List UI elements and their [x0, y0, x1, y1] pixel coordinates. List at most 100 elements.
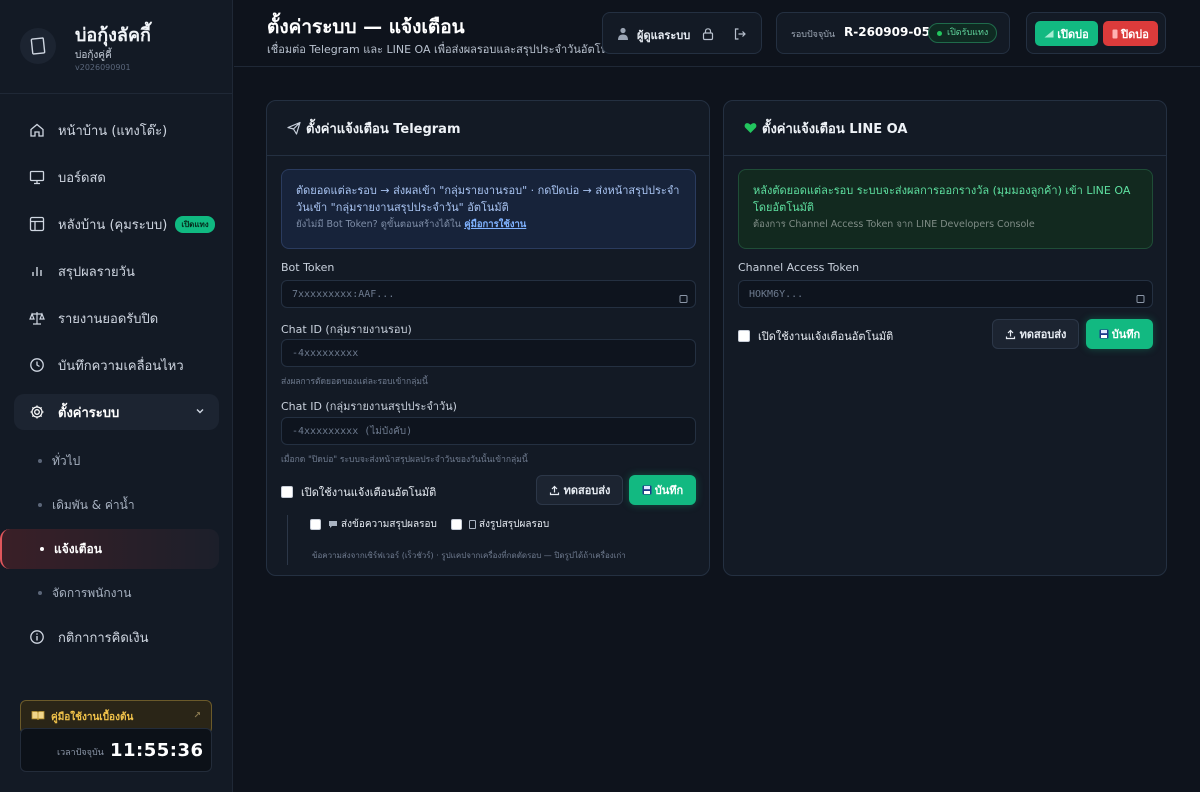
open-pond-label: เปิดบ่อ: [1057, 27, 1089, 41]
sidebar-item-label: รายงานยอดรับปิด: [58, 311, 159, 327]
sidebar: บ่อกุ้งลัคกี้ บ่อกุ้งคู่คี้ v2026090901 …: [0, 0, 233, 792]
line-panel-title: ตั้งค่าแจ้งเตือน LINE OA: [762, 121, 908, 137]
user-card: ผู้ดูแลระบบ: [602, 12, 762, 54]
line-info-text: หลังตัดยอดแต่ละรอบ ระบบจะส่งผลการออกรางว…: [753, 184, 1131, 214]
line-save-label: บันทึก: [1111, 328, 1141, 341]
close-pond-label: ปิดบ่อ: [1121, 27, 1149, 41]
clock-icon: [28, 356, 46, 374]
chat-daily-input[interactable]: [281, 417, 696, 445]
floppy-icon: [642, 485, 652, 495]
telegram-save-button[interactable]: บันทึก: [629, 475, 696, 505]
chat-daily-label: Chat ID (กลุ่มรายงานสรุปประจำวัน): [281, 400, 457, 413]
upload-icon: [549, 485, 560, 496]
sidebar-item-label: หน้าบ้าน (แทงโต๊ะ): [58, 123, 168, 139]
line-test-button[interactable]: ทดสอบส่ง: [992, 319, 1079, 349]
opt-image-label: ส่งรูปสรุปผลรอบ: [479, 519, 550, 530]
clock-widget: เวลาปัจจุบัน 11:55:36: [20, 728, 212, 772]
heart-icon: [744, 122, 757, 134]
sidebar-subitem-betting[interactable]: เดิมพัน & ค่าน้ำ: [14, 485, 219, 525]
bot-token-input[interactable]: [281, 280, 696, 308]
opt-image-checkbox[interactable]: [451, 519, 462, 530]
sidebar-item-settings[interactable]: ตั้งค่าระบบ: [14, 394, 219, 430]
chart-up-icon: [1044, 29, 1054, 38]
line-enable-row[interactable]: เปิดใช้งานแจ้งเตือนอัตโนมัติ: [738, 327, 893, 345]
speech-bubble-icon: [328, 520, 338, 529]
chat-daily-hint: เมื่อกด "ปิดบ่อ" ระบบจะส่งหน้าสรุปผลประจ…: [281, 455, 528, 465]
info-icon: [28, 628, 46, 646]
sidebar-subitem-label: ทั่วไป: [52, 453, 81, 468]
bot-token-label: Bot Token: [281, 261, 335, 274]
sidebar-item-backoffice[interactable]: หลังบ้าน (คุมระบบ) เปิดแทง: [14, 206, 219, 242]
book-icon: [31, 710, 45, 724]
line-settings-panel: ตั้งค่าแจ้งเตือน LINE OA หลังตัดยอดแต่ละ…: [723, 100, 1167, 576]
opt-hint: ข้อความส่งจากเซิร์ฟเวอร์ (เร็วชัวร์) · ร…: [312, 551, 626, 560]
paper-plane-icon: [287, 121, 301, 135]
user-name: ผู้ดูแลระบบ: [637, 29, 691, 42]
telegram-test-label: ทดสอบส่ง: [563, 484, 611, 497]
line-panel-header: ตั้งค่าแจ้งเตือน LINE OA: [724, 101, 1166, 156]
chat-round-hint: ส่งผลการตัดยอดของแต่ละรอบเข้ากลุ่มนี้: [281, 377, 428, 387]
open-pond-button[interactable]: เปิดบ่อ: [1035, 21, 1098, 46]
sidebar-subitem-notifications[interactable]: แจ้งเตือน: [0, 529, 219, 569]
sidebar-subitem-label: เดิมพัน & ค่าน้ำ: [52, 497, 135, 512]
sidebar-subitem-general[interactable]: ทั่วไป: [14, 441, 219, 481]
reveal-icon[interactable]: [1136, 289, 1146, 303]
telegram-enable-label: เปิดใช้งานแจ้งเตือนอัตโนมัติ: [301, 486, 437, 499]
layout-icon: [28, 215, 46, 233]
image-icon: [469, 520, 476, 529]
sidebar-item-label: บันทึกความเคลื่อนไหว: [58, 358, 184, 374]
chat-round-label: Chat ID (กลุ่มรายงานรอบ): [281, 323, 412, 336]
chat-round-input[interactable]: [281, 339, 696, 367]
sidebar-subitem-label: จัดการพนักงาน: [52, 585, 132, 600]
guide-link-inline[interactable]: คู่มือการใช้งาน: [464, 219, 526, 230]
logout-icon[interactable]: [733, 26, 747, 45]
logo-icon: [20, 28, 56, 64]
opt-text-label: ส่งข้อความสรุปผลรอบ: [341, 519, 437, 530]
round-status-badge: เปิดรับแทง: [928, 23, 998, 43]
sidebar-item-label: บอร์ดสด: [58, 170, 106, 186]
line-enable-label: เปิดใช้งานแจ้งเตือนอัตโนมัติ: [758, 330, 894, 343]
sidebar-nav: หน้าบ้าน (แทงโต๊ะ) บอร์ดสด หลังบ้าน (คุม…: [0, 112, 219, 666]
opt-text-checkbox[interactable]: [310, 519, 321, 530]
line-test-label: ทดสอบส่ง: [1019, 328, 1067, 341]
telegram-enable-row[interactable]: เปิดใช้งานแจ้งเตือนอัตโนมัติ: [281, 483, 436, 501]
sidebar-item-daily-summary[interactable]: สรุปผลรายวัน: [14, 253, 219, 289]
lock-icon[interactable]: [701, 26, 715, 45]
page-subtitle: เชื่อมต่อ Telegram และ LINE OA เพื่อส่งผ…: [267, 43, 623, 56]
page-header: ตั้งค่าระบบ — แจ้งเตือน เชื่อมต่อ Telegr…: [234, 0, 1200, 67]
sidebar-subitem-label: แจ้งเตือน: [54, 541, 102, 556]
chevron-down-icon[interactable]: [195, 405, 205, 420]
brand-title: บ่อกุ้งลัคกี้: [75, 25, 151, 46]
opt-text-row[interactable]: ส่งข้อความสรุปผลรอบ: [310, 517, 437, 532]
close-pond-button[interactable]: ปิดบ่อ: [1103, 21, 1158, 46]
user-icon: [617, 26, 629, 45]
sidebar-item-label: สรุปผลรายวัน: [58, 264, 135, 280]
telegram-save-label: บันทึก: [654, 484, 684, 497]
line-save-button[interactable]: บันทึก: [1086, 319, 1153, 349]
telegram-panel-header: ตั้งค่าแจ้งเตือน Telegram: [267, 101, 709, 156]
telegram-enable-checkbox[interactable]: [281, 486, 293, 498]
pond-actions: เปิดบ่อ ปิดบ่อ: [1026, 12, 1166, 54]
sidebar-item-billing-rules[interactable]: กติกาการคิดเงิน: [14, 619, 219, 655]
bar-chart-icon: [28, 262, 46, 280]
line-enable-checkbox[interactable]: [738, 330, 750, 342]
sidebar-subitem-staff[interactable]: จัดการพนักงาน: [14, 573, 219, 613]
upload-icon: [1005, 329, 1016, 340]
reveal-icon[interactable]: [679, 289, 689, 303]
gear-icon: [28, 403, 46, 421]
stop-icon: [1112, 29, 1118, 39]
sidebar-item-home[interactable]: หน้าบ้าน (แทงโต๊ะ): [14, 112, 219, 148]
sidebar-item-close-report[interactable]: รายงานยอดรับปิด: [14, 300, 219, 336]
opt-image-row[interactable]: ส่งรูปสรุปผลรอบ: [451, 517, 549, 532]
line-token-label: Channel Access Token: [738, 261, 860, 274]
line-token-input[interactable]: [738, 280, 1153, 308]
round-label: รอบปัจจุบัน: [791, 30, 836, 40]
status-badge: เปิดแทง: [175, 215, 215, 233]
sidebar-item-activity-log[interactable]: บันทึกความเคลื่อนไหว: [14, 347, 219, 383]
sidebar-item-live-board[interactable]: บอร์ดสด: [14, 159, 219, 195]
telegram-test-button[interactable]: ทดสอบส่ง: [536, 475, 623, 505]
scale-icon: [28, 309, 46, 327]
clock-label: เวลาปัจจุบัน: [57, 748, 104, 758]
line-info-muted: ต้องการ Channel Access Token จาก LINE De…: [753, 219, 1035, 230]
sidebar-item-label: หลังบ้าน (คุมระบบ): [58, 217, 168, 233]
